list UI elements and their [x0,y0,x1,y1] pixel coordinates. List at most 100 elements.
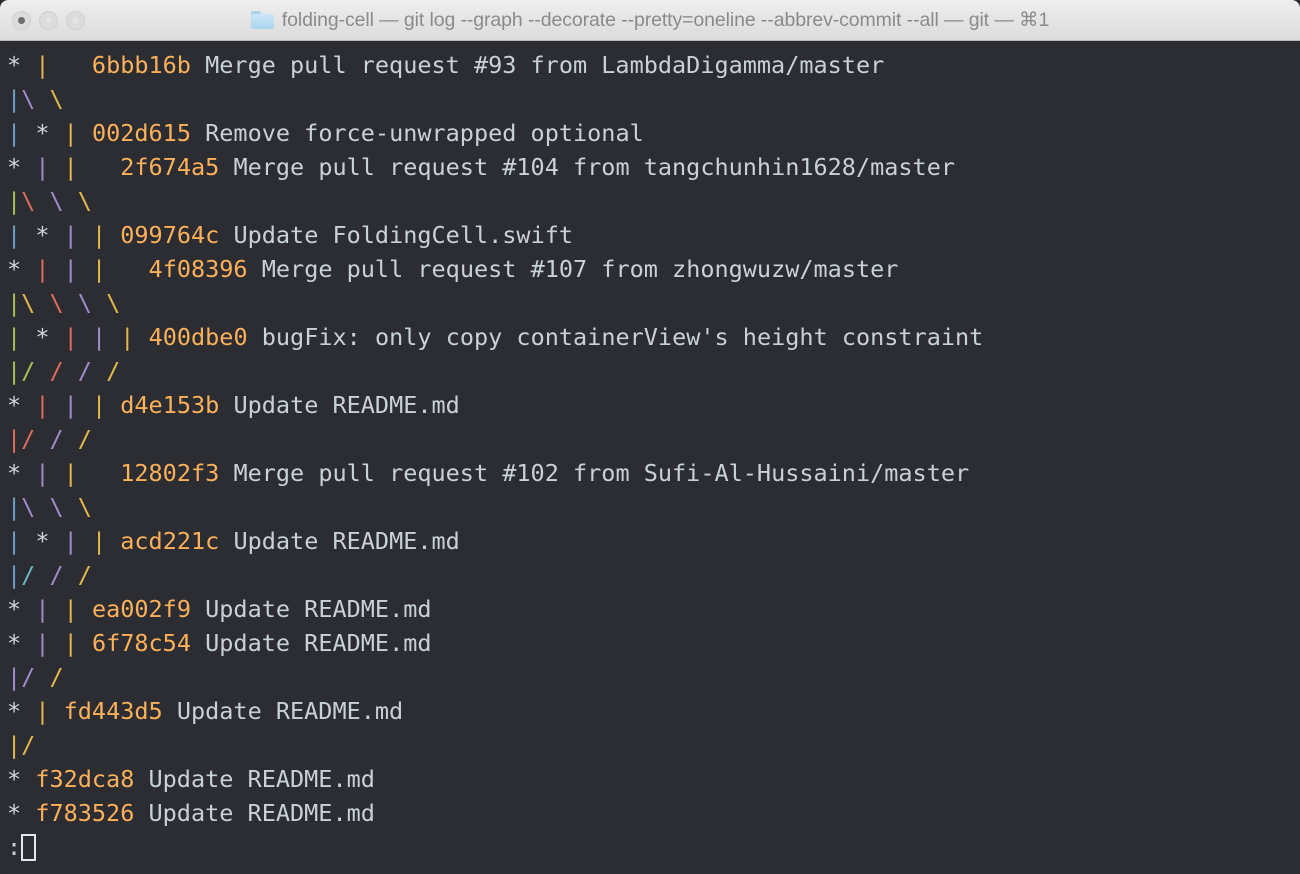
commit-hash[interactable]: acd221c [120,527,219,555]
minimize-window-button[interactable] [39,10,58,30]
maximize-window-button[interactable] [66,10,85,30]
graph-space [21,153,35,181]
graph-space [49,459,63,487]
graph-edge: | [7,221,22,249]
graph-commit-node: * [7,799,22,827]
graph-commit-node: * [7,697,22,725]
graph-space [49,527,63,555]
commit-hash[interactable]: 2f674a5 [120,153,219,181]
graph-edge: | [7,187,22,215]
commit-hash[interactable]: 400dbe0 [149,323,248,351]
commit-message: Update README.md [233,527,460,555]
graph-space [248,323,262,351]
graph-space [134,765,148,793]
graph-edge: \ [21,187,36,215]
graph-space [78,629,92,657]
commit-hash[interactable]: 6f78c54 [92,629,191,657]
graph-space [21,255,35,283]
terminal-output-area[interactable]: * | 6bbb16b Merge pull request #93 from … [0,41,1300,874]
graph-space [92,357,106,385]
window-titlebar[interactable]: folding-cell — git log --graph --decorat… [0,0,1300,41]
graph-edge: | [63,221,78,249]
graph-edge: | [7,85,22,113]
graph-edge: / [106,357,121,385]
commit-hash[interactable]: 4f08396 [149,255,248,283]
graph-space [191,51,205,79]
text-cursor [21,834,37,861]
commit-line: * | | | d4e153b Update README.md [7,388,1300,422]
graph-space [35,425,49,453]
close-window-button[interactable] [12,10,31,30]
graph-space [106,323,120,351]
commit-hash[interactable]: fd443d5 [64,697,163,725]
graph-commit-node: * [35,323,50,351]
graph-edge: | [35,595,50,623]
graph-space [49,595,63,623]
graph-space [21,527,35,555]
graph-commit-node: * [7,153,22,181]
graph-edge: \ [21,493,36,521]
graph-edge: | [35,255,50,283]
commit-message: Update README.md [148,765,375,793]
graph-space [49,391,63,419]
graph-edge: | [7,323,22,351]
graph-edge: | [7,493,22,521]
graph-space [49,51,91,79]
graph-space [49,629,63,657]
graph-edge: \ [49,289,64,317]
graph-commit-node: * [7,595,22,623]
pager-prompt-line: : [7,830,1300,864]
commit-message: bugFix: only copy containerView's height… [261,323,984,351]
folder-icon [250,11,274,29]
graph-edge: | [7,527,22,555]
graph-edge: | [63,119,78,147]
graph-space [78,527,92,555]
graph-space [78,323,92,351]
graph-edge: \ [49,85,64,113]
graph-space [35,289,49,317]
graph-space [49,697,63,725]
graph-space [106,391,120,419]
commit-line: * | | 12802f3 Merge pull request #102 fr… [7,456,1300,490]
graph-edge: / [21,663,36,691]
graph-space [21,799,35,827]
commit-hash[interactable]: 099764c [120,221,219,249]
graph-space [78,153,120,181]
graph-edge: / [21,731,36,759]
traffic-light-buttons [12,10,85,30]
graph-space [64,187,78,215]
commit-hash[interactable]: 002d615 [92,119,191,147]
commit-hash[interactable]: 6bbb16b [92,51,191,79]
graph-space [49,255,63,283]
graph-edge: | [91,221,107,249]
graph-edge: | [7,425,22,453]
commit-hash[interactable]: 12802f3 [120,459,219,487]
graph-space [78,255,92,283]
graph-edge: | [91,323,107,351]
commit-hash[interactable]: f32dca8 [35,765,134,793]
graph-space [35,493,49,521]
graph-space [21,459,35,487]
graph-edge: / [49,425,64,453]
graph-space [78,391,92,419]
graph-space [106,527,120,555]
graph-space [49,119,63,147]
commit-message: Update FoldingCell.swift [233,221,574,249]
graph-edge: / [49,357,64,385]
commit-line: * f32dca8 Update README.md [7,762,1300,796]
graph-connector-line: |\ \ \ [7,184,1300,218]
graph-edge: \ [77,493,92,521]
commit-hash[interactable]: ea002f9 [92,595,191,623]
commit-message: Remove force-unwrapped optional [205,119,644,147]
commit-line: | * | 002d615 Remove force-unwrapped opt… [7,116,1300,150]
graph-edge: | [63,459,78,487]
commit-message: Update README.md [148,799,375,827]
graph-space [64,357,78,385]
graph-space [219,391,233,419]
commit-hash[interactable]: f783526 [35,799,134,827]
graph-space [64,289,78,317]
commit-hash[interactable]: d4e153b [120,391,219,419]
graph-edge: \ [49,493,64,521]
graph-space [219,459,233,487]
commit-line: | * | | | 400dbe0 bugFix: only copy cont… [7,320,1300,354]
